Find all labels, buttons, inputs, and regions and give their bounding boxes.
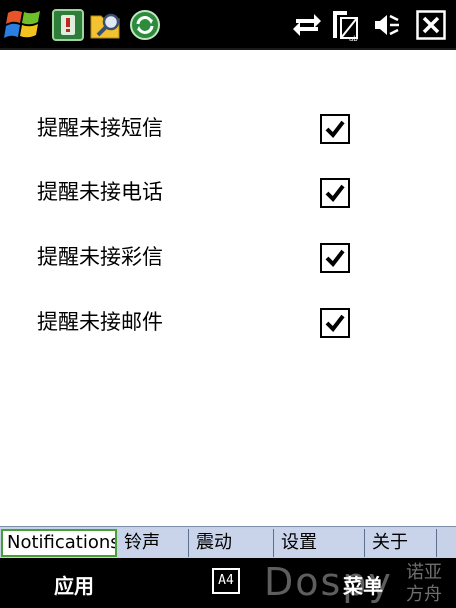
checkmark-icon xyxy=(325,249,345,268)
checkmark-icon xyxy=(325,184,345,203)
setting-checkbox-call[interactable] xyxy=(320,178,350,208)
setting-row-call: 提醒未接电话 xyxy=(0,170,456,210)
watermark-text-line2: 方舟 xyxy=(406,584,442,605)
volume-icon[interactable] xyxy=(370,6,402,44)
input-panel-button[interactable]: A4 xyxy=(212,568,240,594)
softkey-left-button[interactable]: 应用 xyxy=(54,570,94,599)
tab-vibrate[interactable]: 震动 xyxy=(190,529,274,557)
status-bar: ab xyxy=(0,0,456,50)
svg-text:ab: ab xyxy=(349,35,358,42)
checkmark-icon xyxy=(325,314,345,333)
missed-call-app-icon[interactable] xyxy=(51,6,85,44)
tab-about[interactable]: 关于 xyxy=(366,529,437,557)
setting-label-mms: 提醒未接彩信 xyxy=(37,245,163,269)
close-icon[interactable] xyxy=(414,6,448,44)
setting-row-mms: 提醒未接彩信 xyxy=(0,235,456,275)
setting-row-email: 提醒未接邮件 xyxy=(0,300,456,340)
tab-bar: Notifications 铃声 震动 设置 关于 xyxy=(0,526,456,558)
softkey-bar: 应用 A4 Dospy 菜单 诺亚 方舟 xyxy=(0,558,456,608)
checkmark-icon xyxy=(325,120,345,139)
tab-settings[interactable]: 设置 xyxy=(275,529,365,557)
setting-label-sms: 提醒未接短信 xyxy=(37,116,163,140)
setting-label-call: 提醒未接电话 xyxy=(37,180,163,204)
setting-row-sms: 提醒未接短信 xyxy=(0,106,456,146)
setting-checkbox-sms[interactable] xyxy=(320,114,350,144)
windows-start-icon[interactable] xyxy=(2,6,46,44)
tab-notifications[interactable]: Notifications xyxy=(1,529,117,557)
setting-label-email: 提醒未接邮件 xyxy=(37,310,163,334)
softkey-right-button[interactable]: 菜单 xyxy=(343,570,383,599)
setting-checkbox-email[interactable] xyxy=(320,308,350,338)
tab-ringtone[interactable]: 铃声 xyxy=(118,529,189,557)
setting-checkbox-mms[interactable] xyxy=(320,243,350,273)
search-folder-icon[interactable] xyxy=(88,6,124,44)
connectivity-icon[interactable] xyxy=(290,6,324,44)
sync-app-icon[interactable] xyxy=(128,6,162,44)
signal-icon[interactable]: ab xyxy=(330,6,362,44)
